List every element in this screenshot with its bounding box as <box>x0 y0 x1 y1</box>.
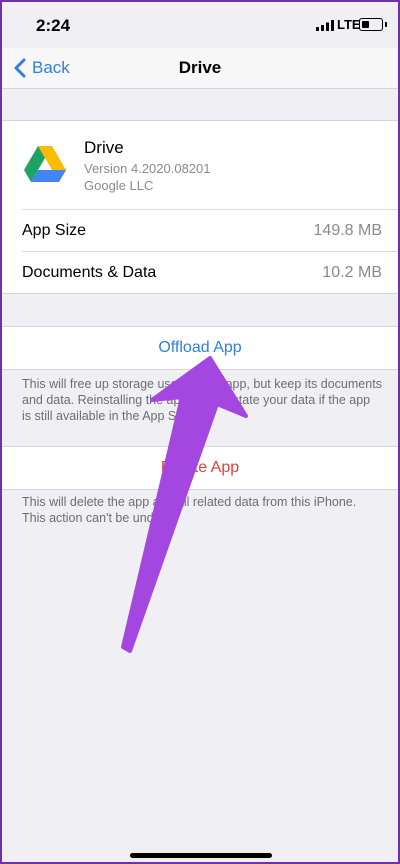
offload-app-group: Offload App <box>2 326 398 370</box>
status-bar: 2:24 LTE <box>2 2 398 48</box>
documents-data-label: Documents & Data <box>22 264 157 281</box>
documents-data-value: 10.2 MB <box>322 264 382 281</box>
app-size-value: 149.8 MB <box>313 222 382 239</box>
network-type: LTE <box>337 17 361 32</box>
delete-app-group: Delete App <box>2 446 398 490</box>
page-title: Drive <box>178 58 222 77</box>
app-size-label: App Size <box>22 222 87 239</box>
home-indicator <box>130 853 272 858</box>
app-size-row: App Size 149.8 MB <box>22 209 398 252</box>
battery-cap <box>385 22 387 27</box>
google-drive-icon <box>24 146 66 182</box>
app-info-group: Drive Version 4.2020.08201 Google LLC Ap… <box>2 120 398 294</box>
delete-app-button[interactable]: Delete App <box>2 459 398 477</box>
cellular-signal-icon <box>316 20 334 31</box>
app-name: Drive <box>84 138 124 157</box>
status-time: 2:24 <box>36 16 71 35</box>
delete-description: This will delete the app and all related… <box>22 495 357 525</box>
app-version: Version 4.2020.08201 <box>84 161 211 176</box>
app-info: Drive Version 4.2020.08201 Google LLC <box>2 121 398 209</box>
offload-app-button[interactable]: Offload App <box>2 339 398 357</box>
navigation-bar: Back Drive <box>2 48 398 89</box>
battery-icon <box>359 18 383 31</box>
app-vendor: Google LLC <box>84 178 154 193</box>
offload-description: This will free up storage used by the ap… <box>22 377 382 423</box>
documents-data-row: Documents & Data 10.2 MB <box>22 251 398 294</box>
